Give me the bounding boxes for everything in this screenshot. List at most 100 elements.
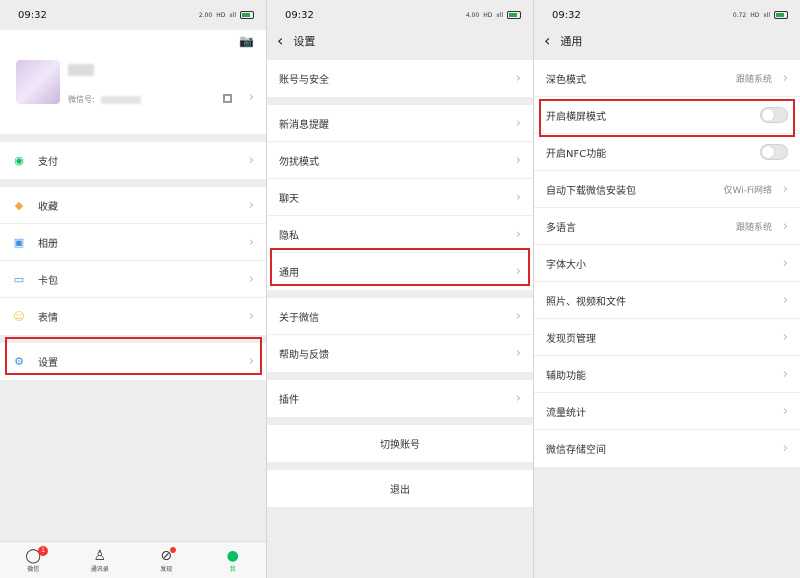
page-title: 设置 (293, 35, 316, 48)
row-label: 设置 (38, 358, 58, 369)
contacts-icon: ♙ (93, 547, 107, 564)
plugins-group: 插件 › (267, 380, 533, 417)
general-item[interactable]: 微信存储空间 › (534, 430, 800, 467)
row-value: 仅Wi-Fi网络 (723, 185, 772, 196)
general-item[interactable]: 字体大小 › (534, 245, 800, 282)
hd-indicator: HD (750, 11, 760, 19)
chevron-right-icon: › (248, 271, 254, 287)
general-item[interactable]: 多语言 跟随系统 › (534, 208, 800, 245)
me-item-gear[interactable]: ⚙ 设置 › (0, 343, 266, 380)
row-label: 帮助与反馈 (279, 350, 329, 361)
toggle-switch[interactable] (760, 107, 788, 123)
general-item[interactable]: 照片、视频和文件 › (534, 282, 800, 319)
row-label: 开启NFC功能 (546, 148, 607, 160)
battery-icon (240, 11, 254, 19)
tab-contacts[interactable]: ♙ 通讯录 (67, 542, 134, 578)
gear-icon: ⚙ (14, 355, 24, 368)
settings-item[interactable]: 账号与安全 › (267, 60, 533, 97)
discover-red-dot (170, 547, 176, 553)
back-arrow-icon[interactable]: ‹ (277, 33, 283, 49)
settings-item[interactable]: 通用 › (267, 253, 533, 290)
chevron-right-icon: › (782, 181, 788, 197)
row-label: 通用 (279, 268, 299, 279)
row-label: 卡包 (38, 275, 58, 287)
chevron-right-icon: › (515, 226, 521, 242)
settings-item[interactable]: 关于微信 › (267, 298, 533, 335)
me-item-wechat-pay[interactable]: ◉ 支付 › (0, 142, 266, 179)
tab-label: 我 (229, 565, 236, 573)
status-time: 09:32 (285, 9, 314, 21)
settings-item[interactable]: 帮助与反馈 › (267, 335, 533, 372)
pay-group: ◉ 支付 › (0, 142, 266, 179)
general-item[interactable]: 开启横屏模式 (534, 97, 800, 134)
row-label: 聊天 (279, 193, 299, 205)
status-icons: 2.00 HD ııll (199, 11, 254, 19)
chevron-right-icon: › (248, 309, 254, 324)
row-label: 字体大小 (546, 259, 586, 271)
toggle-switch[interactable] (760, 144, 788, 160)
general-item[interactable]: 自动下载微信安装包 仅Wi-Fi网络 › (534, 171, 800, 208)
battery-icon (774, 11, 788, 19)
row-label: 支付 (38, 157, 58, 168)
tab-me[interactable]: ● 我 (200, 542, 267, 578)
chevron-right-icon: › (515, 391, 521, 406)
general-panel: 09:32 0.72 HD ııll ‹ 通用 深色模式 跟随系统 › 开启横屏模式开… (534, 0, 800, 578)
chevron-right-icon: › (782, 70, 788, 86)
sticker-face-icon: ☺ (13, 310, 25, 323)
avatar[interactable] (16, 60, 60, 104)
row-value: 跟随系统 (735, 74, 772, 85)
settings-item[interactable]: 新消息提醒 › (267, 105, 533, 142)
tab-label: 发现 (160, 565, 173, 573)
me-item-favorites-cube[interactable]: ◆ 收藏 › (0, 187, 266, 224)
switch-account-button[interactable]: 切换账号 (267, 425, 533, 462)
unread-badge: 1 (38, 546, 48, 556)
wechat-pay-icon: ◉ (14, 154, 24, 167)
switch-account-group: 切换账号 (267, 425, 533, 462)
me-panel: 09:32 2.00 HD ııll 📷 微信号: › ◉ 支付 › ◆ 收藏 › ▣ 相册… (0, 0, 266, 578)
logout-group: 退出 (267, 470, 533, 507)
row-label: 隐私 (279, 230, 299, 242)
profile-card[interactable]: 📷 微信号: › (0, 30, 266, 134)
settings-item[interactable]: 勿扰模式 › (267, 142, 533, 179)
features-group: ◆ 收藏 › ▣ 相册 › ▭ 卡包 › ☺ 表情 › (0, 187, 266, 335)
tab-chats[interactable]: ◯ 1 微信 (0, 542, 67, 578)
general-item[interactable]: 流量统计 › (534, 393, 800, 430)
chevron-right-icon: › (782, 255, 788, 271)
row-label: 发现页管理 (546, 333, 596, 345)
person-icon: ● (226, 547, 239, 564)
chevron-right-icon: › (782, 441, 788, 456)
general-item[interactable]: 发现页管理 › (534, 319, 800, 356)
logout-label: 退出 (390, 485, 410, 496)
me-item-card-wallet[interactable]: ▭ 卡包 › (0, 261, 266, 298)
row-label: 开启横屏模式 (546, 111, 606, 123)
row-label: 相册 (38, 238, 58, 250)
net-speed: 4.00 (465, 11, 480, 19)
qr-code-icon[interactable] (223, 94, 232, 103)
general-item[interactable]: 深色模式 跟随系统 › (534, 60, 800, 97)
row-label: 勿扰模式 (279, 156, 319, 168)
row-label: 收藏 (38, 201, 58, 213)
settings-item[interactable]: 插件 › (267, 380, 533, 417)
me-item-sticker-face[interactable]: ☺ 表情 › (0, 298, 266, 335)
general-item[interactable]: 开启NFC功能 (534, 134, 800, 171)
row-label: 流量统计 (546, 407, 586, 419)
logout-button[interactable]: 退出 (267, 470, 533, 507)
settings-item[interactable]: 隐私 › (267, 216, 533, 253)
general-item[interactable]: 辅助功能 › (534, 356, 800, 393)
back-arrow-icon[interactable]: ‹ (544, 33, 550, 49)
settings-item[interactable]: 聊天 › (267, 179, 533, 216)
tab-discover[interactable]: ⊘ 发现 (133, 542, 200, 578)
bottom-tab-bar: ◯ 1 微信 ♙ 通讯录 ⊘ 发现 ● 我 (0, 541, 266, 578)
me-item-photo-album[interactable]: ▣ 相册 › (0, 224, 266, 261)
status-time: 09:32 (552, 9, 581, 21)
status-bar: 09:32 0.72 HD ııll (534, 0, 800, 30)
camera-icon[interactable]: 📷 (239, 34, 254, 48)
nav-bar: ‹ 设置 (267, 30, 533, 52)
net-speed: 2.00 (198, 11, 213, 19)
about-group: 关于微信 › 帮助与反馈 › (267, 298, 533, 372)
row-label: 自动下载微信安装包 (546, 185, 636, 197)
settings-group: ⚙ 设置 › (0, 343, 266, 380)
settings-panel: 09:32 4.00 HD ııll ‹ 设置 账号与安全 › 新消息提醒 › 勿扰模… (267, 0, 533, 578)
status-icons: 0.72 HD ııll (733, 11, 788, 19)
photo-album-icon: ▣ (13, 235, 25, 249)
